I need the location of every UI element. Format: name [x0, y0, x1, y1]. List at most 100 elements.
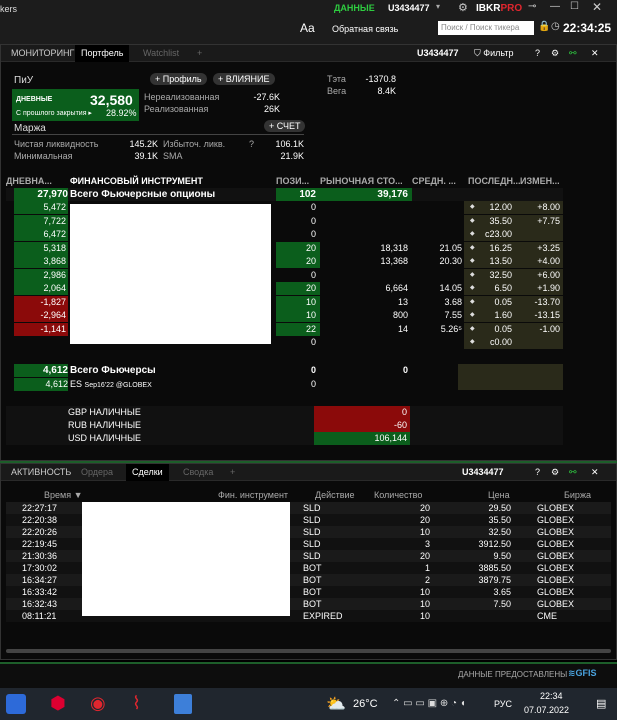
lock-icon[interactable]: 🔒 [538, 21, 550, 32]
help-icon[interactable]: ? [529, 464, 546, 481]
trade-action: BOT [303, 563, 322, 573]
trade-exchange: GLOBEX [537, 587, 575, 597]
group-daily: 4,612 [14, 364, 68, 377]
col-daily[interactable]: ДНЕВНА... [6, 175, 68, 188]
group-row-options[interactable]: 27,970 Всего Фьючерсные опционы 102 39,1… [6, 188, 563, 201]
tab-trades[interactable]: Сделки [126, 464, 169, 481]
account-id[interactable]: U3434477 [388, 3, 430, 13]
impact-button[interactable]: + ВЛИЯНИЕ [213, 73, 275, 85]
data-status-label[interactable]: ДАННЫЕ [334, 3, 375, 13]
bullet-icon: ◆ [470, 271, 475, 278]
tab-summary[interactable]: Сводка [177, 464, 219, 481]
help-icon[interactable]: ? [529, 45, 546, 62]
col-time[interactable]: Время ▼ [44, 489, 83, 502]
bullet-icon: ◆ [470, 339, 475, 345]
cash-value: 106,144 [314, 432, 410, 445]
trade-time: 22:27:17 [22, 503, 58, 513]
group-row-futures[interactable]: 4,612 Всего Фьючерсы 0 0 [6, 364, 563, 390]
tab-activity[interactable]: АКТИВНОСТЬ [5, 464, 77, 481]
avg-price: 20.30 [439, 256, 462, 266]
feedback-link[interactable]: Обратная связь [332, 24, 398, 34]
future-pos: 0 [310, 379, 316, 389]
col-avg[interactable]: СРЕДН. ... [412, 175, 456, 188]
avg-price [412, 228, 464, 241]
cash-row[interactable]: RUB НАЛИЧНЫЕ -60 [6, 419, 563, 432]
add-tab-button[interactable]: + [224, 464, 241, 481]
add-tab-button[interactable]: + [191, 45, 208, 62]
market-value [320, 336, 412, 349]
avg-price: 7.55 [444, 310, 462, 320]
filter-button[interactable]: ⛉ Фильтр [468, 45, 520, 62]
chevron-down-icon[interactable]: ▾ [436, 2, 440, 11]
bullet-icon: ◆ [470, 217, 475, 224]
trade-time: 22:20:38 [22, 515, 58, 525]
min-label: Минимальная [14, 151, 73, 161]
weather-icon[interactable]: ⛅ [326, 694, 346, 714]
change: -13.70 [516, 295, 563, 309]
trade-action: BOT [303, 575, 322, 585]
search-input[interactable]: Поиск / Поиск тикера [438, 21, 534, 35]
portfolio-table-header: ДНЕВНА... ФИНАНСОВЫЙ ИНСТРУМЕНТ ПОЗИ... … [6, 175, 563, 188]
minimize-icon[interactable]: — [550, 1, 560, 12]
trade-price: 3.65 [493, 587, 511, 597]
help-icon[interactable]: ? [249, 139, 254, 149]
col-exchange[interactable]: Биржа [564, 489, 591, 502]
close-icon[interactable]: ✕ [585, 464, 605, 481]
trade-qty: 10 [419, 611, 430, 621]
cash-label: RUB НАЛИЧНЫЕ [68, 420, 142, 430]
last-cell: ◆ c0.00 [464, 336, 516, 349]
col-last[interactable]: ПОСЛЕДН... [468, 175, 520, 188]
future-row[interactable]: 4,612 ES Sep16'22 @GLOBEX 0 [6, 378, 563, 391]
daily-pnl: 5,318 [14, 241, 68, 255]
pin-icon[interactable]: ⊸ [528, 1, 536, 12]
profile-button[interactable]: + Профиль [150, 73, 207, 85]
close-icon[interactable]: ✕ [592, 0, 602, 14]
taskbar-date[interactable]: 07.07.2022 [524, 705, 569, 715]
tray-icons[interactable]: ⌃ ▭ ▭ ▣ ⊕ ◔ ◖ [392, 698, 466, 709]
language-indicator[interactable]: РУС [494, 699, 512, 709]
maximize-icon[interactable]: ☐ [570, 1, 579, 12]
daily-pnl: 5,472 [14, 201, 68, 214]
tab-watchlist[interactable]: Watchlist [137, 45, 185, 62]
market-value: 800 [392, 310, 408, 320]
tab-orders[interactable]: Ордера [75, 464, 119, 481]
tab-monitoring[interactable]: МОНИТОРИНГ [5, 45, 80, 62]
gfis-logo: ≋GFIS [568, 668, 597, 678]
col-qty[interactable]: Количество [374, 489, 422, 502]
col-instrument[interactable]: ФИНАНСОВЫЙ ИНСТРУМЕНТ [70, 175, 203, 188]
account-button[interactable]: + СЧЕТ [264, 120, 306, 132]
col-price[interactable]: Цена [488, 489, 510, 502]
daily-pnl: 6,472 [14, 228, 68, 241]
col-market-value[interactable]: РЫНОЧНАЯ СТО... [320, 175, 403, 188]
calculator-icon[interactable] [174, 694, 192, 714]
close-icon[interactable]: ✕ [585, 45, 605, 62]
ibkr-taskbar-icon[interactable]: ⌇ [132, 693, 141, 714]
clock: 22:34:25 [563, 21, 612, 35]
cash-row[interactable]: GBP НАЛИЧНЫЕ 0 [6, 406, 563, 419]
col-position[interactable]: ПОЗИ... [276, 175, 309, 188]
gear-icon[interactable]: ⚙ [458, 1, 468, 14]
col-change[interactable]: ИЗМЕН... [520, 175, 560, 188]
cash-row[interactable]: USD НАЛИЧНЫЕ 106,144 [6, 432, 563, 445]
margin-title: Маржа [14, 123, 46, 134]
daily-label: ДНЕВНЫЕ [16, 96, 53, 103]
panel-account[interactable]: U3434477 [411, 45, 465, 62]
app-icon-1[interactable] [6, 694, 26, 714]
taskbar-time[interactable]: 22:34 [540, 691, 563, 701]
link-icon[interactable]: ⚯ [563, 45, 583, 62]
trade-action: BOT [303, 599, 322, 609]
horizontal-scrollbar[interactable] [6, 649, 611, 653]
app-icon-3[interactable]: ◉ [90, 693, 106, 714]
link-icon[interactable]: ⚯ [563, 464, 583, 481]
panel-account[interactable]: U3434477 [456, 464, 510, 481]
change: +1.90 [516, 282, 563, 295]
trade-time: 22:20:26 [22, 527, 58, 537]
notifications-icon[interactable]: ▤ [596, 697, 606, 710]
trade-action: SLD [303, 503, 321, 513]
position: 20 [276, 282, 320, 295]
col-action[interactable]: Действие [315, 489, 355, 502]
tab-portfolio[interactable]: Портфель [75, 45, 130, 62]
col-instrument[interactable]: Фин. инструмент [218, 489, 288, 502]
angular-icon[interactable]: ⬢ [50, 693, 66, 714]
font-size-button[interactable]: Aa [300, 21, 315, 35]
